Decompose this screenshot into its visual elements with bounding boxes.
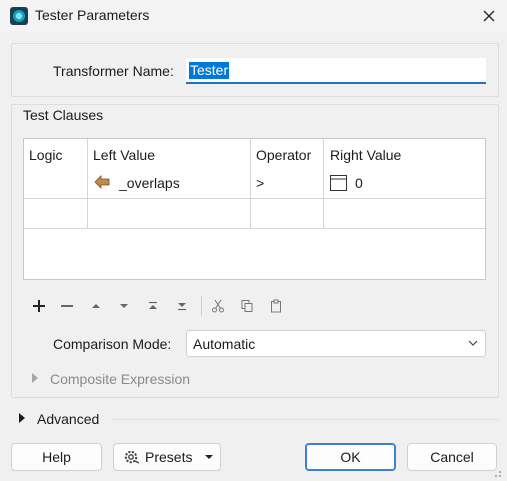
comparison-mode-label: Comparison Mode: (53, 336, 172, 352)
close-icon (483, 10, 495, 22)
app-icon (10, 7, 28, 25)
test-clauses-table[interactable]: Logic Left Value Operator Right Value _o… (23, 138, 486, 280)
window-title: Tester Parameters (35, 7, 150, 23)
comparison-mode-value: Automatic (193, 336, 256, 352)
advanced-expand-icon[interactable] (18, 412, 26, 424)
ok-button[interactable]: OK (305, 443, 396, 471)
move-bottom-icon (178, 303, 186, 311)
advanced-label[interactable]: Advanced (37, 411, 99, 427)
cut-icon (212, 299, 224, 313)
move-up-icon (92, 304, 100, 308)
presets-button-label: Presets (145, 449, 193, 465)
cancel-button-label: Cancel (430, 449, 474, 465)
left-value-cell[interactable]: _overlaps (119, 175, 180, 191)
transformer-name-input[interactable]: Tester (186, 58, 486, 84)
paste-button[interactable] (266, 296, 286, 316)
attribute-arrow-icon (94, 175, 110, 189)
title-bar: Tester Parameters (0, 0, 507, 32)
paste-icon (271, 299, 281, 313)
remove-icon (61, 305, 73, 307)
move-down-button[interactable] (114, 296, 134, 316)
add-button[interactable] (29, 296, 49, 316)
move-top-button[interactable] (143, 296, 163, 316)
toolbar-divider (201, 296, 202, 316)
cancel-button[interactable]: Cancel (407, 443, 497, 471)
transformer-name-value: Tester (189, 62, 230, 79)
remove-button[interactable] (57, 296, 77, 316)
presets-button[interactable]: Presets (113, 443, 221, 471)
composite-expression-label[interactable]: Composite Expression (50, 371, 190, 387)
column-header-left-value[interactable]: Left Value (93, 147, 155, 163)
operator-cell[interactable]: > (256, 175, 264, 191)
caret-down-icon (205, 455, 214, 459)
chevron-down-icon (468, 340, 478, 346)
gear-icon (124, 450, 140, 464)
copy-button[interactable] (237, 296, 257, 316)
move-bottom-button[interactable] (172, 296, 192, 316)
move-down-icon (120, 304, 128, 308)
copy-icon (241, 300, 253, 312)
close-button[interactable] (472, 0, 506, 32)
move-top-icon (149, 301, 157, 309)
cut-button[interactable] (208, 296, 228, 316)
transformer-name-label: Transformer Name: (53, 63, 174, 79)
column-header-logic[interactable]: Logic (29, 147, 62, 163)
help-button[interactable]: Help (11, 443, 102, 471)
composite-expand-icon[interactable] (31, 372, 39, 384)
resize-grip-icon[interactable] (490, 466, 502, 478)
help-button-label: Help (42, 449, 71, 465)
right-value-cell[interactable]: 0 (355, 175, 363, 191)
column-header-right-value[interactable]: Right Value (330, 147, 401, 163)
comparison-mode-select[interactable]: Automatic (186, 330, 486, 357)
add-icon (33, 300, 45, 312)
value-box-icon (330, 175, 347, 191)
move-up-button[interactable] (86, 296, 106, 316)
column-header-operator[interactable]: Operator (256, 147, 311, 163)
ok-button-label: OK (340, 449, 361, 465)
test-clauses-title: Test Clauses (23, 107, 104, 123)
advanced-divider (112, 419, 499, 420)
